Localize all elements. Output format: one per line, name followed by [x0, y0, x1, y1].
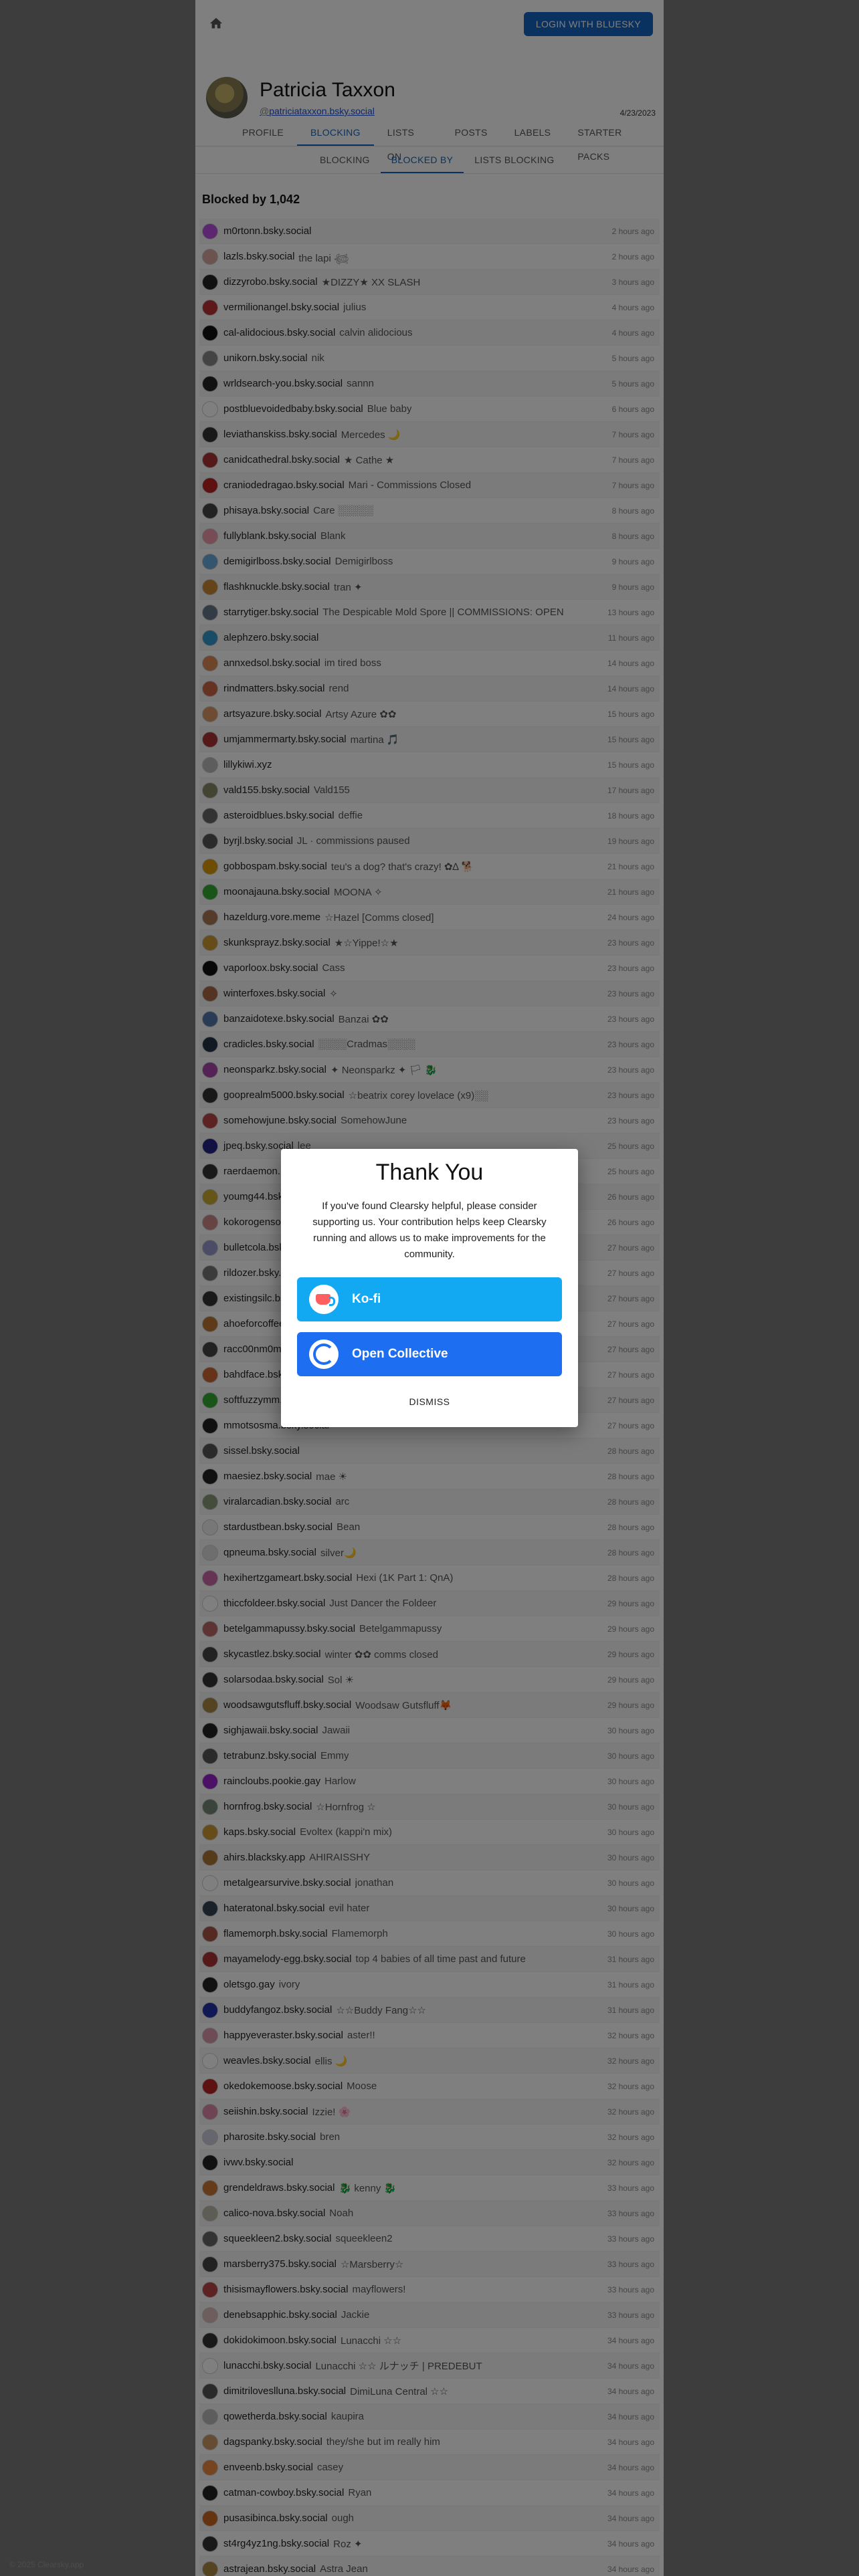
thank-you-dialog: Thank You If you've found Clearsky helpf… [281, 1149, 578, 1427]
open-collective-icon [309, 1339, 339, 1369]
dialog-body: If you've found Clearsky helpful, please… [312, 1200, 547, 1260]
kofi-label: Ko-fi [352, 1292, 381, 1306]
dialog-title: Thank You [375, 1160, 484, 1185]
dismiss-button[interactable]: DISMISS [281, 1396, 578, 1407]
open-collective-label: Open Collective [352, 1347, 448, 1361]
kofi-icon [309, 1285, 339, 1314]
open-collective-button[interactable]: Open Collective [297, 1332, 562, 1376]
kofi-button[interactable]: Ko-fi [297, 1277, 562, 1321]
